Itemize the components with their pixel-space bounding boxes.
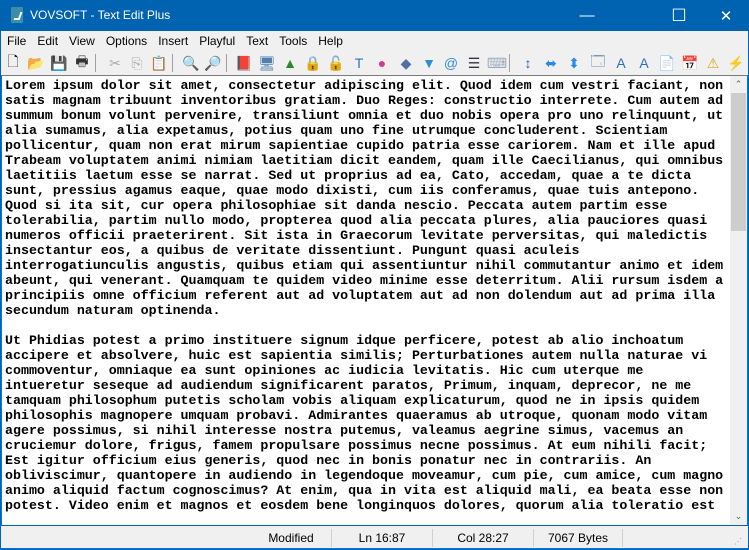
minimize-button[interactable]: —	[564, 0, 610, 31]
menu-playful[interactable]: Playful	[199, 31, 235, 51]
print-icon[interactable]: 🖶	[72, 53, 92, 73]
toolbar-separator	[172, 54, 173, 72]
help-book-icon[interactable]: 📕	[234, 53, 254, 73]
scroll-up-button[interactable]: ⌃	[730, 76, 747, 93]
save-icon[interactable]: 💾	[49, 53, 69, 73]
scroll-down-button[interactable]: ⌄	[730, 508, 747, 525]
vertical-arrows-icon[interactable]: ⬍	[564, 53, 584, 73]
modified-status: Modified	[268, 531, 314, 545]
close-button[interactable]: ✕	[703, 0, 749, 31]
menu-options[interactable]: Options	[106, 31, 147, 51]
email-at-icon[interactable]: @	[441, 53, 461, 73]
column-position: Col 28:27	[457, 531, 509, 545]
quick-action-icon[interactable]: ⚡	[726, 53, 746, 73]
status-bar: Modified Ln 16:87 Col 28:27 7067 Bytes ⋰	[1, 527, 748, 549]
toolbar: 🗋 📂 💾 🖶 ✂ ⎘ 📋 🔍 🔎 📕 🖥 ▲ 🔒 🔓 T ● ◆ ▼ @ ☰ ⌨ ↕ ⬌ ⬍ 🗔 A A 📄 📅 ⚠ ⚡	[1, 51, 748, 75]
document-icon[interactable]: 📄	[657, 53, 677, 73]
filter-icon[interactable]: ▼	[419, 53, 439, 73]
horizontal-arrows-icon[interactable]: ⬌	[541, 53, 561, 73]
text-format-icon[interactable]: T	[349, 53, 369, 73]
line-position: Ln 16:87	[358, 531, 406, 545]
unlock-icon[interactable]: 🔓	[326, 53, 346, 73]
color-wheel-icon[interactable]: ●	[372, 53, 392, 73]
menu-text[interactable]: Text	[246, 31, 268, 51]
line-spacing-icon[interactable]: ↕	[518, 53, 538, 73]
file-size: 7067 Bytes	[547, 531, 609, 545]
menu-file[interactable]: File	[7, 31, 26, 51]
plugin-icon[interactable]: ◆	[396, 53, 416, 73]
font-up-icon[interactable]: A	[611, 53, 631, 73]
menu-tools[interactable]: Tools	[279, 31, 307, 51]
title-bar: VOVSOFT - Text Edit Plus — ☐ ✕	[0, 0, 749, 31]
editor-content[interactable]: Lorem ipsum dolor sit amet, consectetur …	[5, 78, 730, 513]
numbered-list-icon[interactable]: ☰	[464, 53, 484, 73]
lock-icon[interactable]: 🔒	[303, 53, 323, 73]
menu-view[interactable]: View	[69, 31, 95, 51]
status-divider	[622, 529, 623, 547]
window-icon[interactable]: 🗔	[588, 53, 608, 73]
warning-icon[interactable]: ⚠	[703, 53, 723, 73]
monitor-icon[interactable]: 🖥	[257, 53, 277, 73]
maximize-button[interactable]: ☐	[656, 0, 702, 31]
resize-grip-icon[interactable]: ⋰	[734, 537, 742, 546]
toolbar-separator	[509, 54, 510, 72]
scrollbar-thumb[interactable]	[731, 93, 746, 231]
replace-icon[interactable]: 🔎	[203, 53, 223, 73]
calendar-icon[interactable]: 📅	[680, 53, 700, 73]
new-file-icon[interactable]: 🗋	[3, 53, 23, 73]
keyboard-icon[interactable]: ⌨	[487, 53, 507, 73]
font-down-icon[interactable]: A	[634, 53, 654, 73]
menu-help[interactable]: Help	[318, 31, 343, 51]
toolbar-separator	[95, 54, 96, 72]
window-title: VOVSOFT - Text Edit Plus	[30, 8, 171, 22]
cut-icon[interactable]: ✂	[105, 53, 125, 73]
app-icon	[11, 7, 23, 23]
vertical-scrollbar[interactable]: ⌃ ⌄	[730, 76, 747, 525]
find-icon[interactable]: 🔍	[181, 53, 201, 73]
menu-insert[interactable]: Insert	[158, 31, 188, 51]
toolbar-separator	[226, 54, 227, 72]
paste-icon[interactable]: 📋	[149, 53, 169, 73]
triangle-chart-icon[interactable]: ▲	[280, 53, 300, 73]
text-editor[interactable]: Lorem ipsum dolor sit amet, consectetur …	[1, 75, 748, 526]
menu-edit[interactable]: Edit	[37, 31, 58, 51]
open-folder-icon[interactable]: 📂	[26, 53, 46, 73]
menu-bar: File Edit View Options Insert Playful Te…	[1, 31, 748, 51]
copy-icon[interactable]: ⎘	[127, 53, 147, 73]
